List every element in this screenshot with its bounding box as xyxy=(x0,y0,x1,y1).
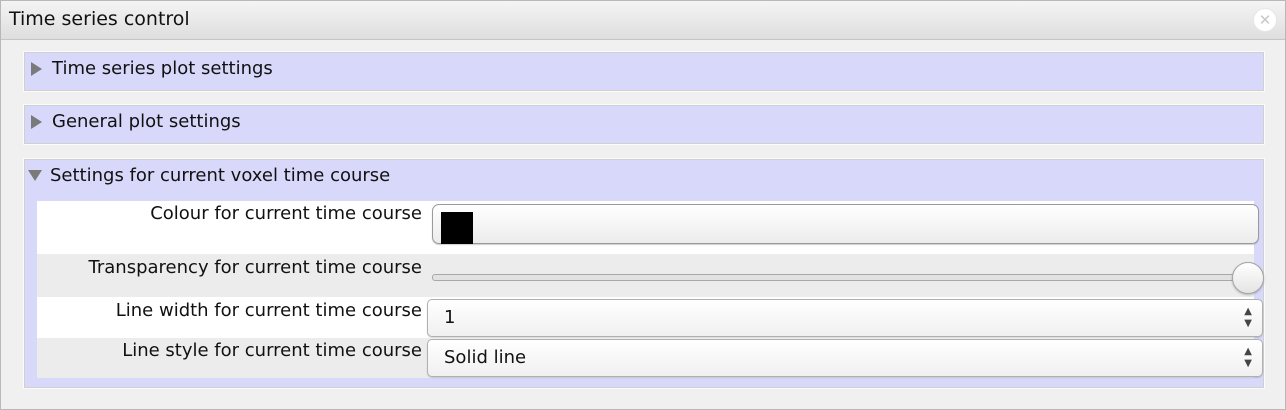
transparency-row: Transparency for current time course xyxy=(37,254,1264,297)
time-series-control-panel: Time series control ✕ Time series plot s… xyxy=(0,0,1286,410)
colour-swatch xyxy=(441,212,473,244)
line-width-value: 1 xyxy=(444,307,456,328)
section-label: General plot settings xyxy=(52,111,241,132)
section-general-plot-settings[interactable]: General plot settings xyxy=(24,105,1264,144)
section-header[interactable]: Settings for current voxel time course xyxy=(25,160,1263,192)
section-label: Settings for current voxel time course xyxy=(50,165,391,186)
line-style-select[interactable]: Solid line ▲ ▼ xyxy=(427,339,1263,377)
collapse-triangle-icon[interactable] xyxy=(28,170,42,181)
transparency-slider-track[interactable] xyxy=(432,274,1259,281)
section-header[interactable]: General plot settings xyxy=(25,106,1263,138)
line-width-row: Line width for current time course 1 ▲ ▼ xyxy=(37,297,1263,338)
expand-triangle-icon[interactable] xyxy=(31,115,42,129)
colour-row: Colour for current time course xyxy=(37,201,1259,254)
section-label: Time series plot settings xyxy=(52,58,273,79)
transparency-slider-thumb[interactable] xyxy=(1232,262,1264,294)
colour-label: Colour for current time course xyxy=(150,203,422,224)
stepper-arrows-icon[interactable]: ▲ ▼ xyxy=(1244,306,1252,330)
close-icon[interactable]: ✕ xyxy=(1253,8,1277,32)
select-arrows-icon[interactable]: ▲ ▼ xyxy=(1244,346,1252,370)
line-style-value: Solid line xyxy=(444,347,527,368)
section-time-series-plot-settings[interactable]: Time series plot settings xyxy=(24,52,1264,91)
colour-picker-button[interactable] xyxy=(432,204,1259,244)
line-style-label: Line style for current time course xyxy=(122,340,422,361)
line-width-spinbox[interactable]: 1 ▲ ▼ xyxy=(427,299,1263,337)
section-header[interactable]: Time series plot settings xyxy=(25,53,1263,85)
section-current-voxel-settings: Settings for current voxel time course C… xyxy=(24,159,1264,388)
line-style-row: Line style for current time course Solid… xyxy=(37,338,1263,378)
expand-triangle-icon[interactable] xyxy=(31,62,42,76)
panel-title: Time series control xyxy=(9,8,190,30)
title-bar: Time series control ✕ xyxy=(1,1,1285,40)
transparency-label: Transparency for current time course xyxy=(88,257,422,278)
line-width-label: Line width for current time course xyxy=(115,300,422,321)
